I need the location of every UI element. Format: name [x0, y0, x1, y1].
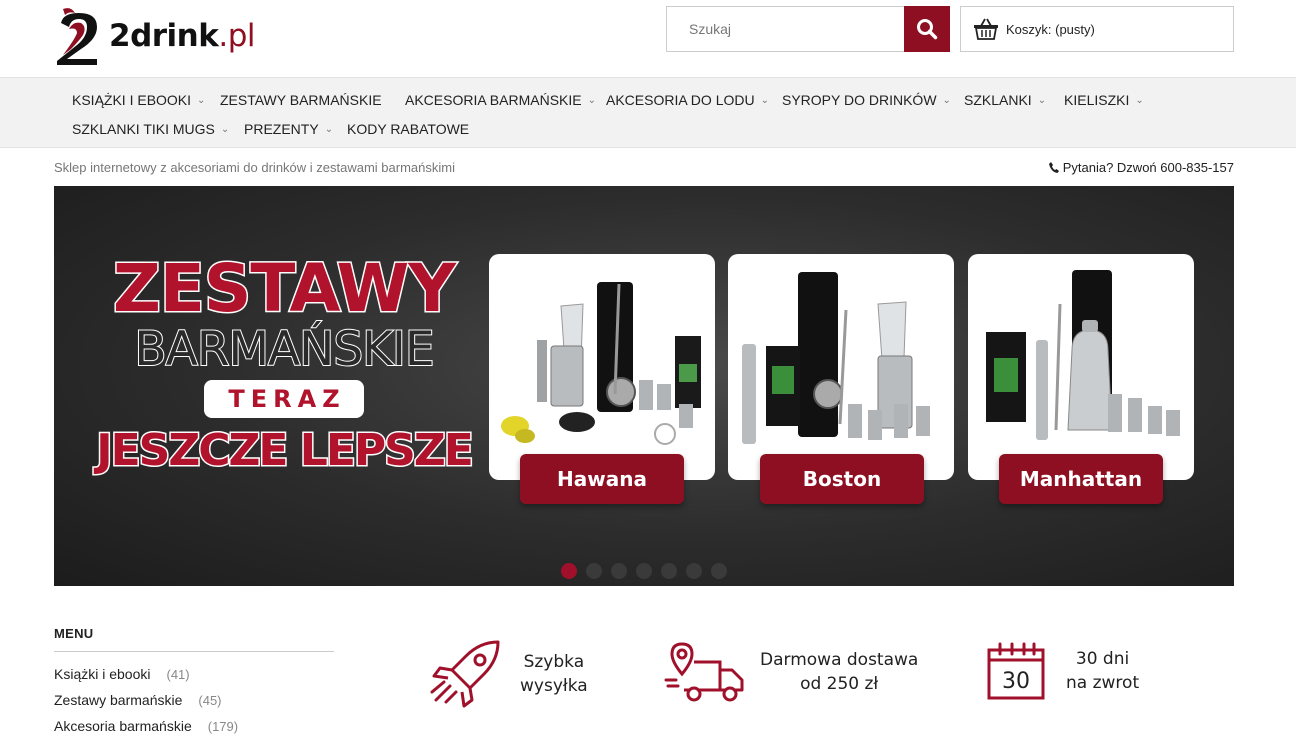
slider-dot[interactable] — [661, 563, 677, 579]
search-input[interactable] — [666, 6, 904, 52]
logo[interactable]: 2drink.pl — [53, 5, 256, 67]
nav-item-zestawy[interactable]: ZESTAWY BARMAŃSKIE — [220, 92, 382, 108]
logo-text: 2drink.pl — [109, 18, 256, 54]
slider-dot[interactable] — [711, 563, 727, 579]
nav-item-tiki-mugs[interactable]: SZKLANKI TIKI MUGS ⌄ — [72, 121, 229, 137]
tagline: Sklep internetowy z akcesoriami do drink… — [54, 160, 455, 175]
hero-banner[interactable]: ZESTAWY BARMAŃSKIE TERAZ JESZCZE LEPSZE … — [54, 186, 1234, 586]
sidebar-item-ksiazki[interactable]: Książki i ebooki (41) — [54, 666, 190, 682]
cart-button[interactable]: Koszyk: (pusty) — [960, 6, 1234, 52]
card-label-hawana[interactable]: Hawana — [520, 454, 684, 504]
feature-free-delivery: Darmowa dostawa od 250 zł — [664, 640, 918, 704]
nav-item-syropy[interactable]: SYROPY DO DRINKÓW ⌄ — [782, 92, 951, 108]
slider-dot[interactable] — [586, 563, 602, 579]
product-card-boston[interactable] — [728, 254, 954, 480]
slider-dot[interactable] — [686, 563, 702, 579]
delivery-truck-icon — [664, 642, 744, 702]
slider-dots — [561, 563, 727, 579]
calendar-number: 30 — [1002, 669, 1030, 694]
chevron-down-icon: ⌄ — [1135, 95, 1144, 106]
feature-fast-shipping-text: Szybka wysyłka — [520, 652, 588, 696]
card-label-boston[interactable]: Boston — [760, 454, 924, 504]
nav-item-kieliszki[interactable]: KIELISZKI ⌄ — [1064, 92, 1144, 108]
search-icon — [917, 19, 938, 40]
nav-item-akcesoria-do-lodu[interactable]: AKCESORIA DO LODU ⌄ — [606, 92, 769, 108]
nav-item-ksiazki[interactable]: KSIĄŻKI I EBOOKI ⌄ — [72, 92, 205, 108]
banner-line-barmanskie: BARMAŃSKIE — [133, 322, 435, 377]
main-nav: KSIĄŻKI I EBOOKI ⌄ ZESTAWY BARMAŃSKIE AKC… — [0, 77, 1296, 148]
product-card-hawana[interactable] — [489, 254, 715, 480]
divider — [54, 651, 334, 652]
calendar-icon: 30 — [987, 642, 1045, 700]
slider-dot[interactable] — [561, 563, 577, 579]
phone-info[interactable]: Pytania? Dzwoń 600-835-157 — [1048, 160, 1234, 175]
search-button[interactable] — [904, 6, 950, 52]
banner-line-teraz: TERAZ — [204, 380, 364, 418]
search-form — [666, 6, 950, 52]
banner-line-jeszcze-lepsze: JESZCZE LEPSZE — [95, 424, 476, 477]
chevron-down-icon: ⌄ — [942, 95, 951, 106]
chevron-down-icon: ⌄ — [220, 124, 230, 135]
sidebar-item-zestawy[interactable]: Zestawy barmańskie (45) — [54, 692, 222, 708]
feature-fast-shipping: Szybka wysyłka — [428, 636, 588, 712]
cart-label: Koszyk: (pusty) — [1006, 21, 1095, 37]
sidebar-menu-title: MENU — [54, 626, 94, 641]
chevron-down-icon: ⌄ — [1037, 95, 1047, 106]
site-header: 2drink.pl Koszyk: (pusty) — [0, 0, 1296, 77]
feature-returns-text: 30 dni na zwrot — [1066, 649, 1140, 693]
feature-returns: 30 30 dni na zwrot — [986, 640, 1139, 702]
slider-dot[interactable] — [611, 563, 627, 579]
bar-set-image-icon — [986, 270, 1180, 440]
chevron-down-icon: ⌄ — [760, 95, 769, 106]
bar-set-image-icon — [742, 272, 930, 444]
logo-mark-icon — [57, 8, 97, 65]
feature-free-delivery-text: Darmowa dostawa od 250 zł — [760, 650, 919, 694]
nav-item-szklanki[interactable]: SZKLANKI ⌄ — [964, 92, 1046, 108]
slider-dot[interactable] — [636, 563, 652, 579]
nav-item-kody-rabatowe[interactable]: KODY RABATOWE — [347, 121, 469, 137]
banner-line-zestawy: ZESTAWY — [111, 250, 457, 327]
chevron-down-icon: ⌄ — [324, 124, 334, 135]
sidebar-item-akcesoria[interactable]: Akcesoria barmańskie (179) — [54, 718, 238, 734]
chevron-down-icon: ⌄ — [587, 95, 596, 106]
chevron-down-icon: ⌄ — [197, 95, 206, 106]
banner-headline: ZESTAWY BARMAŃSKIE TERAZ JESZCZE LEPSZE — [94, 250, 476, 477]
card-label-manhattan[interactable]: Manhattan — [999, 454, 1163, 504]
nav-item-prezenty[interactable]: PREZENTY ⌄ — [244, 121, 333, 137]
nav-item-akcesoria-barmanskie[interactable]: AKCESORIA BARMAŃSKIE ⌄ — [405, 92, 596, 108]
product-card-manhattan[interactable] — [968, 254, 1194, 480]
shopping-basket-icon — [974, 18, 998, 40]
phone-icon — [1048, 162, 1059, 173]
bar-set-image-icon — [501, 282, 701, 445]
rocket-icon — [430, 640, 500, 708]
